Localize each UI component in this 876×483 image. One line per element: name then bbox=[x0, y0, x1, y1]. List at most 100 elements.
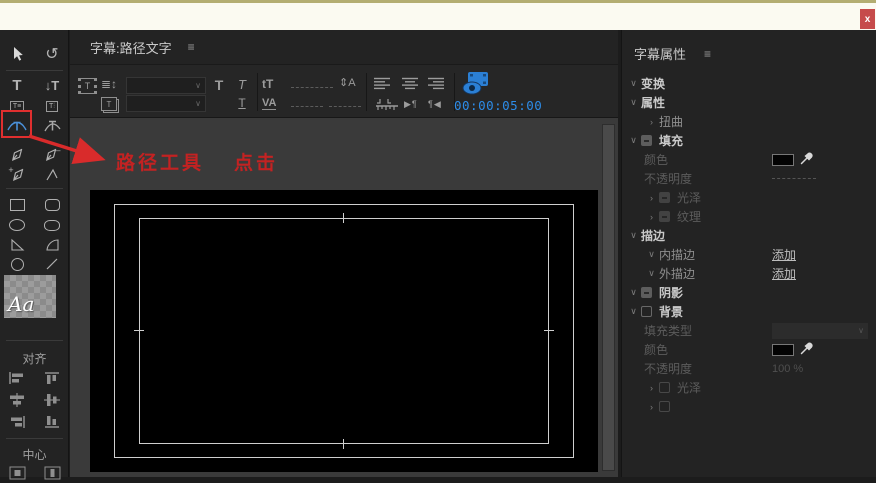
align-center-horizontal-icon[interactable] bbox=[4, 390, 30, 410]
properties-menu-icon[interactable]: ≡ bbox=[704, 47, 711, 61]
align-bottom-icon[interactable] bbox=[39, 412, 65, 432]
row-fill-color: 颜色 bbox=[622, 150, 876, 169]
outer-stroke-add-link[interactable]: 添加 bbox=[772, 265, 796, 282]
fill-type-select[interactable]: ∨ bbox=[772, 322, 868, 339]
titler-header: 字幕:路径文字 ≡ bbox=[70, 30, 618, 64]
round-rectangle-tool-icon[interactable] bbox=[39, 215, 65, 235]
line-tool-icon[interactable] bbox=[39, 254, 65, 274]
rotation-tool-icon[interactable]: ↺ bbox=[39, 44, 65, 64]
fill-opacity-value[interactable] bbox=[772, 178, 816, 179]
italic-button[interactable]: T bbox=[234, 77, 250, 92]
texture-checkbox[interactable] bbox=[659, 211, 670, 222]
background-label[interactable]: 背景 bbox=[659, 303, 683, 320]
align-text-left-button[interactable] bbox=[373, 77, 391, 90]
center-tick-left bbox=[134, 330, 144, 331]
chevron-down-icon[interactable]: ∨ bbox=[626, 97, 641, 108]
align-center-vertical-icon[interactable] bbox=[39, 390, 65, 410]
scrollbar-thumb[interactable] bbox=[603, 125, 614, 470]
chevron-down-icon[interactable]: ∨ bbox=[644, 268, 659, 279]
top-strip: x bbox=[0, 0, 876, 30]
show-background-video-icon[interactable] bbox=[462, 71, 489, 96]
row-fill-opacity: 不透明度 bbox=[622, 169, 876, 188]
font-size-value[interactable] bbox=[291, 87, 333, 88]
row-bg-sheen: › 光泽 bbox=[622, 378, 876, 397]
video-drawing-area[interactable] bbox=[90, 190, 598, 472]
align-left-icon[interactable] bbox=[4, 368, 30, 388]
row-outer-stroke: ∨ 外描边 添加 bbox=[622, 264, 876, 283]
inner-stroke-label[interactable]: 内描边 bbox=[659, 246, 695, 263]
chevron-down-icon[interactable]: ∨ bbox=[626, 306, 641, 317]
type-tool-icon[interactable]: T bbox=[4, 75, 30, 95]
wedge-tool-icon[interactable] bbox=[4, 235, 30, 255]
outer-stroke-label[interactable]: 外描边 bbox=[659, 265, 695, 282]
tracking-value[interactable] bbox=[329, 106, 361, 107]
titler-canvas[interactable]: 路径工具 点击 bbox=[70, 118, 618, 477]
chevron-right-icon[interactable]: › bbox=[644, 402, 659, 412]
fill-checkbox[interactable] bbox=[641, 135, 652, 146]
canvas-scrollbar[interactable] bbox=[602, 124, 615, 471]
sheen-checkbox[interactable] bbox=[659, 192, 670, 203]
timecode-display[interactable]: 00:00:05:00 bbox=[454, 98, 542, 113]
fill-label[interactable]: 填充 bbox=[659, 132, 683, 149]
shadow-checkbox[interactable] bbox=[641, 287, 652, 298]
chevron-right-icon[interactable]: › bbox=[644, 212, 659, 222]
eyedropper-icon[interactable] bbox=[800, 341, 814, 358]
paragraph-ltr-icon[interactable]: ▶¶ bbox=[404, 99, 418, 110]
stroke-label[interactable]: 描边 bbox=[641, 227, 665, 244]
bg-sheen-checkbox[interactable] bbox=[659, 382, 670, 393]
inner-stroke-add-link[interactable]: 添加 bbox=[772, 246, 796, 263]
kerning-value[interactable] bbox=[291, 106, 323, 107]
chevron-down-icon[interactable]: ∨ bbox=[626, 230, 641, 241]
tab-stops-icon[interactable] bbox=[375, 98, 399, 111]
templates-icon[interactable]: T bbox=[101, 97, 117, 111]
rectangle-tool-icon[interactable] bbox=[4, 195, 30, 215]
close-button[interactable]: x bbox=[860, 9, 875, 29]
align-text-right-button[interactable] bbox=[427, 77, 445, 90]
font-style-select[interactable]: ∨ bbox=[126, 95, 206, 112]
new-title-icon[interactable]: T bbox=[78, 78, 97, 94]
properties-label[interactable]: 属性 bbox=[641, 94, 665, 111]
fill-color-swatch[interactable] bbox=[772, 153, 794, 166]
vertical-path-type-tool-icon[interactable] bbox=[39, 115, 65, 135]
font-preview-swatch[interactable]: Aa bbox=[4, 275, 56, 318]
transform-label[interactable]: 变换 bbox=[641, 75, 665, 92]
ellipse-tool-icon[interactable] bbox=[4, 254, 30, 274]
chevron-down-icon[interactable]: ∨ bbox=[626, 135, 641, 146]
chevron-right-icon[interactable]: › bbox=[644, 117, 659, 127]
row-sheen: › 光泽 bbox=[622, 188, 876, 207]
font-family-select[interactable]: ∨ bbox=[126, 77, 206, 94]
bg-texture-checkbox[interactable] bbox=[659, 401, 670, 412]
arc-tool-icon[interactable] bbox=[39, 235, 65, 255]
chevron-down-icon[interactable]: ∨ bbox=[626, 287, 641, 298]
paragraph-rtl-icon[interactable]: ¶◀ bbox=[428, 99, 442, 110]
add-anchor-pen-tool-icon[interactable]: + bbox=[4, 165, 30, 185]
align-top-icon[interactable] bbox=[39, 368, 65, 388]
bg-color-swatch[interactable] bbox=[772, 343, 794, 356]
panel-menu-icon[interactable]: ≡ bbox=[188, 40, 195, 54]
clipped-corner-rectangle-tool-icon[interactable] bbox=[4, 215, 30, 235]
vertical-area-type-tool-icon[interactable]: T⫶ bbox=[39, 96, 65, 116]
chevron-down-icon[interactable]: ∨ bbox=[626, 78, 641, 89]
chevron-down-icon[interactable]: ∨ bbox=[644, 249, 659, 260]
chevron-right-icon[interactable]: › bbox=[644, 383, 659, 393]
vertical-type-tool-icon[interactable]: ↓T bbox=[39, 75, 65, 95]
rounded-rectangle-tool-icon[interactable] bbox=[39, 195, 65, 215]
eyedropper-icon[interactable] bbox=[800, 151, 814, 168]
underline-button[interactable]: T bbox=[234, 96, 250, 110]
align-text-center-button[interactable] bbox=[401, 77, 419, 90]
center-horizontal-icon[interactable] bbox=[4, 463, 30, 483]
bold-button[interactable]: T bbox=[210, 77, 228, 93]
background-checkbox[interactable] bbox=[641, 306, 652, 317]
center-vertical-icon[interactable] bbox=[39, 463, 65, 483]
pen-tool-icon[interactable] bbox=[4, 145, 30, 165]
shadow-label[interactable]: 阴影 bbox=[659, 284, 683, 301]
roll-crawl-options-icon[interactable]: ≣↕ bbox=[101, 77, 117, 91]
align-right-icon[interactable] bbox=[4, 412, 30, 432]
selection-tool-icon[interactable] bbox=[4, 44, 30, 64]
chevron-right-icon[interactable]: › bbox=[644, 193, 659, 203]
convert-anchor-tool-icon[interactable] bbox=[39, 165, 65, 185]
delete-anchor-pen-tool-icon[interactable]: – bbox=[39, 145, 65, 165]
sheen-label: 光泽 bbox=[677, 191, 702, 205]
row-stroke: ∨ 描边 bbox=[622, 226, 876, 245]
distort-label[interactable]: 扭曲 bbox=[659, 113, 683, 130]
